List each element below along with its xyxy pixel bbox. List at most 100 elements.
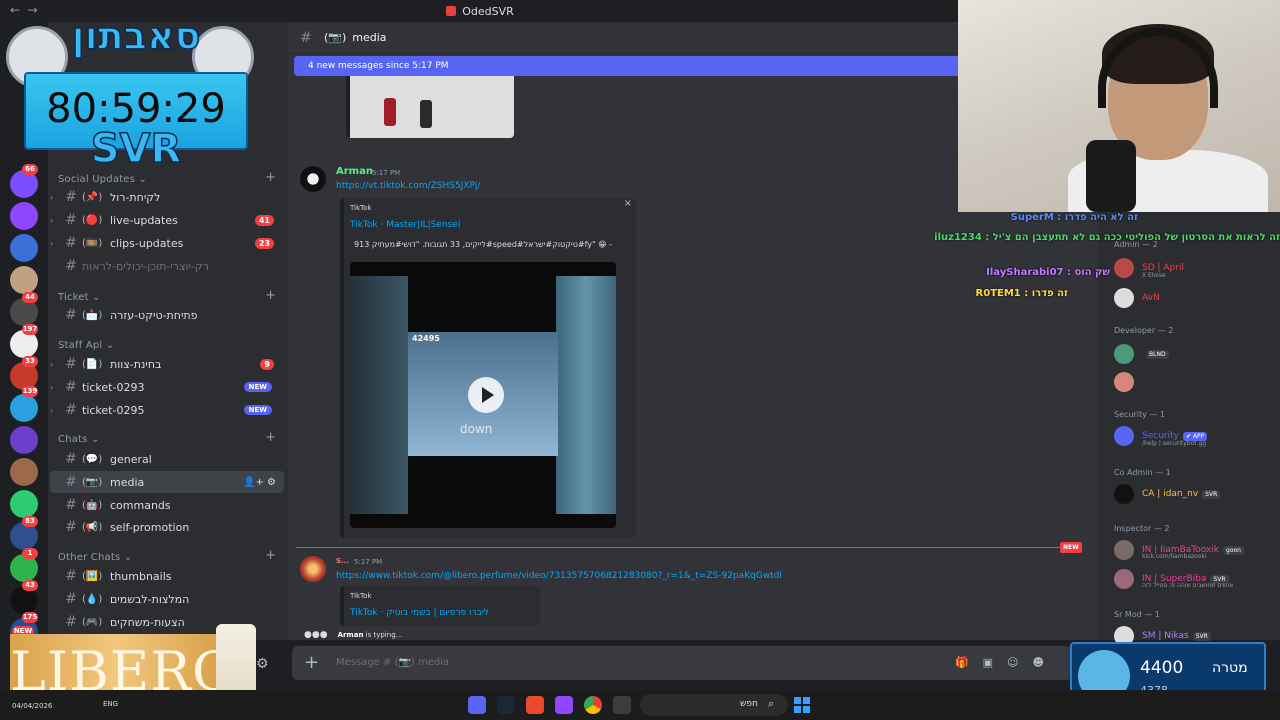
channel-take-role[interactable]: › # (📌) לקיחת-רול — [50, 186, 284, 208]
tiktok-embed: TikTok TikTok · ליברו פרפיום | בשמי בוטי… — [340, 586, 540, 626]
channel-creators-only[interactable]: # רק-יוצרי-תוכן-יכולים-לראות — [50, 255, 284, 277]
user-settings-gear-icon[interactable]: ⚙ — [256, 656, 269, 672]
steam-app-icon[interactable] — [497, 696, 515, 714]
video-number: 42495 — [412, 334, 440, 343]
member-row[interactable]: CA | idan_nv SVR — [1114, 482, 1221, 506]
close-icon[interactable]: × — [624, 198, 632, 209]
hash-icon: # — [65, 519, 77, 535]
hash-icon: # — [65, 235, 77, 251]
message-author[interactable]: Arman — [336, 166, 373, 177]
taskbar-language[interactable]: ENG — [103, 700, 118, 708]
add-channel-icon[interactable]: + — [265, 288, 276, 303]
mention-badge: 9 — [260, 358, 274, 370]
window-title: OdedSVR — [462, 4, 514, 18]
unread-badge: 197 — [22, 324, 38, 335]
server-icon[interactable] — [10, 266, 38, 294]
channel-thumbnails[interactable]: # (🖼️) thumbnails — [50, 565, 284, 587]
member-row[interactable]: BLND — [1114, 342, 1169, 366]
channel-staff-test[interactable]: › # (📄) בחינת-צוות 9 — [50, 353, 284, 375]
channel-clips-updates[interactable]: › # (🎞️) clips-updates 23 — [50, 232, 284, 254]
tiktok-embed: TikTok TikTok · Master|IL|Sensei 913 ליי… — [340, 198, 636, 538]
channel-ticket-0295[interactable]: › # ticket-0295 NEW — [50, 399, 284, 421]
taskbar-date: 04/04/2026 — [12, 702, 53, 710]
category-staff-apl[interactable]: Staff Apl ⌄ — [58, 340, 114, 351]
hash-icon: # — [65, 474, 77, 490]
avatar[interactable] — [300, 556, 326, 582]
app-icon[interactable] — [526, 696, 544, 714]
discord-app-icon[interactable] — [468, 696, 486, 714]
message-link[interactable]: https://www.tiktok.com/@libero.perfume/v… — [336, 571, 782, 581]
attached-image[interactable] — [346, 76, 514, 138]
goal-value: 4400 — [1140, 658, 1184, 678]
category-other-chats[interactable]: Other Chats ⌄ — [58, 552, 132, 563]
stream-chat-message: R0TEM1 : זה פדרו — [975, 288, 1068, 299]
new-messages-bar[interactable]: 4 new messages since 5:17 PM — [294, 56, 958, 76]
category-chats[interactable]: Chats ⌄ — [58, 434, 100, 445]
app-icon[interactable] — [613, 696, 631, 714]
channel-settings-icon[interactable]: 👤+ ⚙ — [243, 477, 276, 488]
unread-badge: 139 — [22, 386, 38, 397]
chrome-app-icon[interactable] — [584, 696, 602, 714]
category-ticket[interactable]: Ticket ⌄ — [58, 292, 101, 303]
microphone-icon — [1086, 140, 1136, 212]
unread-badge: 83 — [22, 516, 38, 527]
channel-ticket-0293[interactable]: › # ticket-0293 NEW — [50, 376, 284, 398]
channel-media[interactable]: # (📷) media 👤+ ⚙ — [50, 471, 284, 493]
windows-start-icon[interactable] — [794, 697, 810, 713]
member-row[interactable] — [1114, 370, 1142, 394]
add-channel-icon[interactable]: + — [265, 170, 276, 185]
server-icon[interactable] — [10, 394, 38, 422]
chevron-icon: › — [50, 238, 54, 248]
app-icon — [446, 6, 457, 16]
member-row[interactable]: AvN — [1114, 286, 1160, 310]
message-input[interactable]: Message # (📷) media — [336, 657, 449, 668]
embed-title[interactable]: TikTok · Master|IL|Sensei — [350, 220, 460, 230]
member-list: Admin — 2 SD | April X Eloise AvN Develo… — [1098, 212, 1280, 646]
add-channel-icon[interactable]: + — [265, 430, 276, 445]
composer-tools-icons[interactable]: 🎁▣☺☻ — [955, 656, 1058, 669]
channel-self-promotion[interactable]: # (📢) self-promotion — [50, 516, 284, 538]
channel-commands[interactable]: # (🤖) commands — [50, 494, 284, 516]
server-icon[interactable] — [10, 426, 38, 454]
server-icon[interactable] — [10, 490, 38, 518]
taskbar-search[interactable]: חפש ⌕ — [640, 694, 788, 716]
message-composer[interactable]: + Message # (📷) media 🎁▣☺☻ — [292, 646, 1072, 680]
avatar — [1114, 569, 1134, 589]
unread-badge: 44 — [22, 292, 38, 303]
server-icon[interactable] — [10, 458, 38, 486]
play-icon[interactable] — [468, 377, 504, 413]
video-player[interactable]: 42495 down — [350, 262, 616, 528]
subathon-logo-text: סאבתון — [71, 13, 201, 59]
new-badge: NEW — [243, 382, 272, 392]
message-link[interactable]: https://vt.tiktok.com/ZSHS5JXPj/ — [336, 181, 480, 191]
hash-icon: # — [65, 402, 77, 418]
add-channel-icon[interactable]: + — [265, 548, 276, 563]
member-group-label: Security — 1 — [1114, 410, 1166, 419]
unread-badge: 175 — [22, 612, 38, 623]
avatar — [1114, 540, 1134, 560]
channel-live-updates[interactable]: › # (🔴) live-updates 41 — [50, 209, 284, 231]
avatar — [1114, 372, 1134, 392]
server-icon[interactable] — [10, 234, 38, 262]
avatar — [1114, 426, 1134, 446]
embed-title[interactable]: TikTok · ליברו פרפיום | בשמי בוטיק — [350, 608, 489, 618]
embed-provider: TikTok — [350, 592, 372, 600]
subathon-timer-overlay: סאבתון 80:59:29 SVR — [6, 8, 256, 173]
category-social-updates[interactable]: Social Updates ⌄ — [58, 174, 147, 185]
twitch-server-icon[interactable] — [10, 202, 38, 230]
unread-badge: 1 — [22, 548, 38, 559]
message-author[interactable]: S... — [336, 557, 349, 565]
embed-description: 913 לייקים, 33 תגובות. "דושי#מעתיק#speed… — [354, 240, 612, 249]
channel-general[interactable]: # (💬) general — [50, 448, 284, 470]
goal-label: מטרה — [1212, 660, 1248, 676]
attach-plus-icon[interactable]: + — [304, 652, 319, 673]
channel-perfume-recs[interactable]: # (💧) המלצות-לבשמים — [50, 588, 284, 610]
header-channel-emoji: (📷) — [324, 31, 347, 44]
new-label: NEW — [1060, 542, 1082, 553]
typing-indicator: ●●● Arman is typing... — [304, 630, 403, 640]
channel-open-ticket[interactable]: # (📩) פתיחת-טיקט-עזרה — [50, 304, 284, 326]
hash-icon: # — [65, 212, 77, 228]
unread-badge: 43 — [22, 580, 38, 591]
avatar[interactable] — [300, 166, 326, 192]
app-icon[interactable] — [555, 696, 573, 714]
